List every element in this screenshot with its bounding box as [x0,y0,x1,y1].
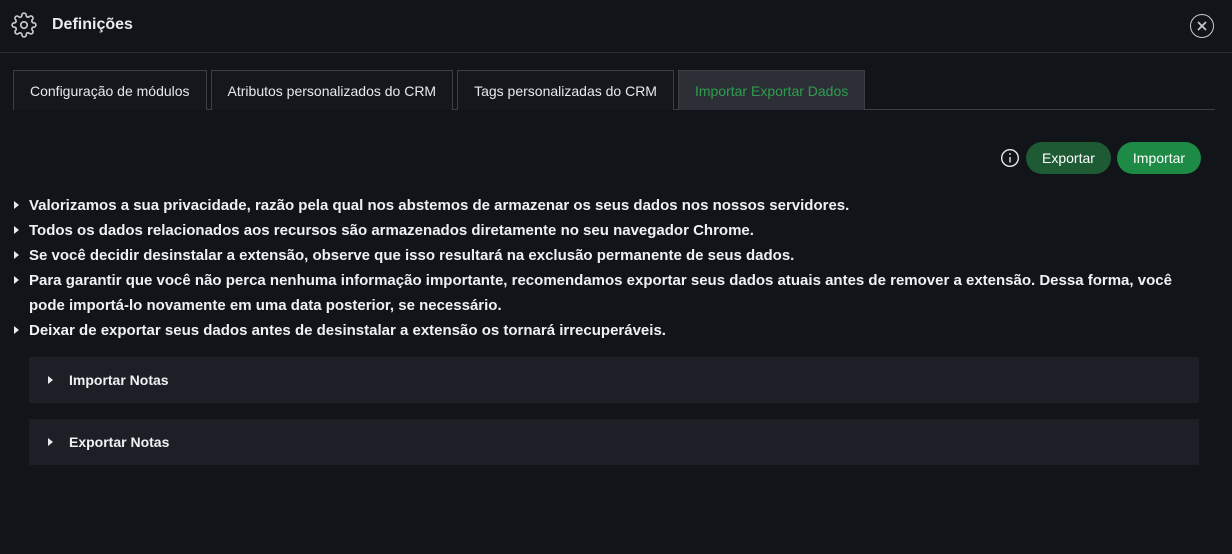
tab-import-export-data[interactable]: Importar Exportar Dados [677,70,866,110]
dialog-header: Definições [0,0,1232,53]
close-button[interactable] [1190,14,1214,38]
notice-item: Todos os dados relacionados aos recursos… [10,218,1210,243]
privacy-notice-list: Valorizamos a sua privacidade, razão pel… [10,193,1210,343]
accordion-label: Exportar Notas [69,434,170,450]
tab-module-configuration[interactable]: Configuração de módulos [13,70,207,110]
notice-item: Valorizamos a sua privacidade, razão pel… [10,193,1210,218]
export-button[interactable]: Exportar [1026,142,1111,174]
export-notes-accordion[interactable]: Exportar Notas [29,419,1199,465]
gear-icon [11,12,37,38]
tab-crm-custom-tags[interactable]: Tags personalizadas do CRM [457,70,674,110]
info-icon[interactable] [1000,148,1020,168]
caret-right-icon [48,438,53,446]
import-button[interactable]: Importar [1116,142,1202,174]
close-icon [1197,21,1207,31]
notice-item: Deixar de exportar seus dados antes de d… [10,318,1210,343]
import-notes-accordion[interactable]: Importar Notas [29,357,1199,403]
accordion-label: Importar Notas [69,372,169,388]
tab-crm-custom-attributes[interactable]: Atributos personalizados do CRM [210,70,454,110]
notice-item: Para garantir que você não perca nenhuma… [10,268,1210,318]
notice-item: Se você decidir desinstalar a extensão, … [10,243,1210,268]
caret-right-icon [48,376,53,384]
import-export-actions: Exportar Importar [1000,142,1202,174]
dialog-title: Definições [52,16,133,33]
settings-tabs: Configuração de módulos Atributos person… [13,70,1215,110]
